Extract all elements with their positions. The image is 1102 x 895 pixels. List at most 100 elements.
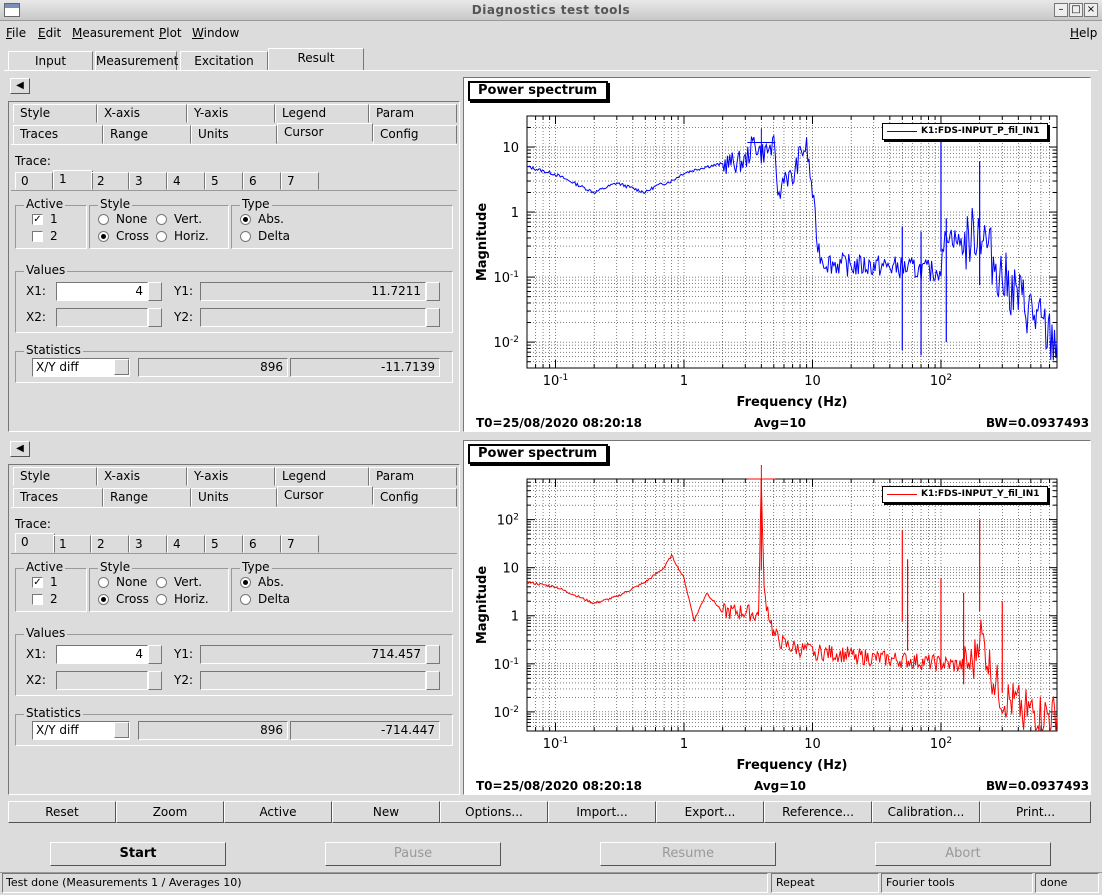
- close-button[interactable]: ×: [1084, 3, 1098, 17]
- menu-file[interactable]: File: [6, 26, 26, 40]
- tab-measurement[interactable]: Measurement: [95, 51, 178, 71]
- option-tab-config[interactable]: Config: [373, 125, 457, 144]
- chevron-down-icon[interactable]: [114, 722, 129, 738]
- option-tab-x-axis[interactable]: X-axis: [97, 104, 187, 123]
- trace-tab-7[interactable]: 7: [281, 172, 319, 190]
- option-tab-range[interactable]: Range: [103, 125, 191, 144]
- collapse-arrow-button[interactable]: ◀: [10, 78, 30, 94]
- type-delta-radio[interactable]: [240, 231, 251, 242]
- trace-tab-7[interactable]: 7: [281, 535, 319, 553]
- style-none-radio[interactable]: [98, 577, 109, 588]
- option-tab-range[interactable]: Range: [103, 488, 191, 507]
- y1-spinner[interactable]: [426, 645, 440, 664]
- style-none-radio[interactable]: [98, 214, 109, 225]
- option-tab-legend[interactable]: Legend: [275, 104, 369, 123]
- trace-tab-2[interactable]: 2: [91, 172, 129, 190]
- pause-button[interactable]: Pause: [325, 842, 501, 866]
- options-button[interactable]: Options...: [440, 801, 548, 823]
- maximize-button[interactable]: □: [1069, 3, 1083, 17]
- menu-edit[interactable]: Edit: [38, 26, 61, 40]
- import-button[interactable]: Import...: [548, 801, 656, 823]
- x2-spinner[interactable]: [148, 308, 162, 327]
- option-tab-y-axis[interactable]: Y-axis: [187, 467, 275, 486]
- type-abs-radio[interactable]: [240, 214, 251, 225]
- active-1-checkbox[interactable]: ✓: [32, 577, 43, 588]
- tab-excitation[interactable]: Excitation: [180, 51, 268, 71]
- plot-bottom[interactable]: Power spectrum 10-1 1 10 102 102 10 1 10-1 10-2 Fr…: [463, 440, 1091, 795]
- option-tab-param[interactable]: Param: [369, 467, 457, 486]
- active-1-checkbox[interactable]: ✓: [32, 214, 43, 225]
- option-tab-units[interactable]: Units: [191, 488, 277, 507]
- option-tab-config[interactable]: Config: [373, 488, 457, 507]
- menu-help[interactable]: Help: [1070, 26, 1097, 40]
- trace-tab-2[interactable]: 2: [91, 535, 129, 553]
- trace-tab-0[interactable]: 0: [15, 172, 53, 190]
- option-tab-style[interactable]: Style: [13, 104, 97, 123]
- print-button[interactable]: Print...: [980, 801, 1091, 823]
- x2-input[interactable]: [56, 671, 148, 690]
- trace-tab-5[interactable]: 5: [205, 172, 243, 190]
- reset-button[interactable]: Reset: [8, 801, 116, 823]
- export-button[interactable]: Export...: [656, 801, 764, 823]
- style-horiz-radio[interactable]: [156, 231, 167, 242]
- y-axis-label: Magnitude: [475, 203, 490, 282]
- reference-button[interactable]: Reference...: [764, 801, 872, 823]
- x1-input[interactable]: 4: [56, 645, 148, 664]
- active-2-checkbox[interactable]: [32, 231, 43, 242]
- collapse-arrow-button[interactable]: ◀: [10, 441, 30, 457]
- type-group-label: Type: [240, 197, 272, 211]
- new-button[interactable]: New: [332, 801, 440, 823]
- x2-spinner[interactable]: [148, 671, 162, 690]
- x2-input[interactable]: [56, 308, 148, 327]
- option-tab-traces[interactable]: Traces: [13, 488, 103, 507]
- x1-input[interactable]: 4: [56, 282, 148, 301]
- menu-window[interactable]: Window: [192, 26, 239, 40]
- option-tab-cursor[interactable]: Cursor: [277, 486, 373, 505]
- y1-spinner[interactable]: [426, 282, 440, 301]
- trace-tab-6[interactable]: 6: [243, 535, 281, 553]
- trace-tab-1[interactable]: 1: [53, 170, 93, 190]
- y2-spinner[interactable]: [426, 671, 440, 690]
- style-vert-radio[interactable]: [156, 577, 167, 588]
- trace-tab-3[interactable]: 3: [129, 172, 167, 190]
- trace-tab-4[interactable]: 4: [167, 535, 205, 553]
- y2-spinner[interactable]: [426, 308, 440, 327]
- type-abs-radio[interactable]: [240, 577, 251, 588]
- option-tab-param[interactable]: Param: [369, 104, 457, 123]
- x1-spinner[interactable]: [148, 282, 162, 301]
- start-button[interactable]: Start: [50, 842, 226, 866]
- plot-top[interactable]: Power spectrum 10-1 1 10 102 10 1 10-1 10-2 Frequ…: [463, 77, 1091, 432]
- option-tab-units[interactable]: Units: [191, 125, 277, 144]
- calibration-button[interactable]: Calibration...: [872, 801, 980, 823]
- trace-tab-6[interactable]: 6: [243, 172, 281, 190]
- tab-result[interactable]: Result: [268, 48, 364, 71]
- option-tab-y-axis[interactable]: Y-axis: [187, 104, 275, 123]
- trace-tab-5[interactable]: 5: [205, 535, 243, 553]
- abort-button[interactable]: Abort: [875, 842, 1051, 866]
- active-button[interactable]: Active: [224, 801, 332, 823]
- resume-button[interactable]: Resume: [600, 842, 776, 866]
- option-tab-style[interactable]: Style: [13, 467, 97, 486]
- trace-tab-3[interactable]: 3: [129, 535, 167, 553]
- zoom-button[interactable]: Zoom: [116, 801, 224, 823]
- active-2-checkbox[interactable]: [32, 594, 43, 605]
- y-tick-label: 10-1: [493, 657, 519, 673]
- type-delta-radio[interactable]: [240, 594, 251, 605]
- option-tab-cursor[interactable]: Cursor: [277, 123, 373, 142]
- style-cross-radio[interactable]: [98, 231, 109, 242]
- option-tab-traces[interactable]: Traces: [13, 125, 103, 144]
- style-horiz-radio[interactable]: [156, 594, 167, 605]
- option-tab-x-axis[interactable]: X-axis: [97, 467, 187, 486]
- trace-tab-4[interactable]: 4: [167, 172, 205, 190]
- x1-spinner[interactable]: [148, 645, 162, 664]
- trace-tab-0[interactable]: 0: [15, 533, 55, 553]
- menu-plot[interactable]: Plot: [159, 26, 182, 40]
- menu-measurement[interactable]: Measurement: [72, 26, 154, 40]
- minimize-button[interactable]: –: [1054, 3, 1068, 17]
- trace-tab-1[interactable]: 1: [53, 535, 91, 553]
- tab-input[interactable]: Input: [8, 51, 93, 71]
- option-tab-legend[interactable]: Legend: [275, 467, 369, 486]
- style-vert-radio[interactable]: [156, 214, 167, 225]
- chevron-down-icon[interactable]: [114, 359, 129, 375]
- style-cross-radio[interactable]: [98, 594, 109, 605]
